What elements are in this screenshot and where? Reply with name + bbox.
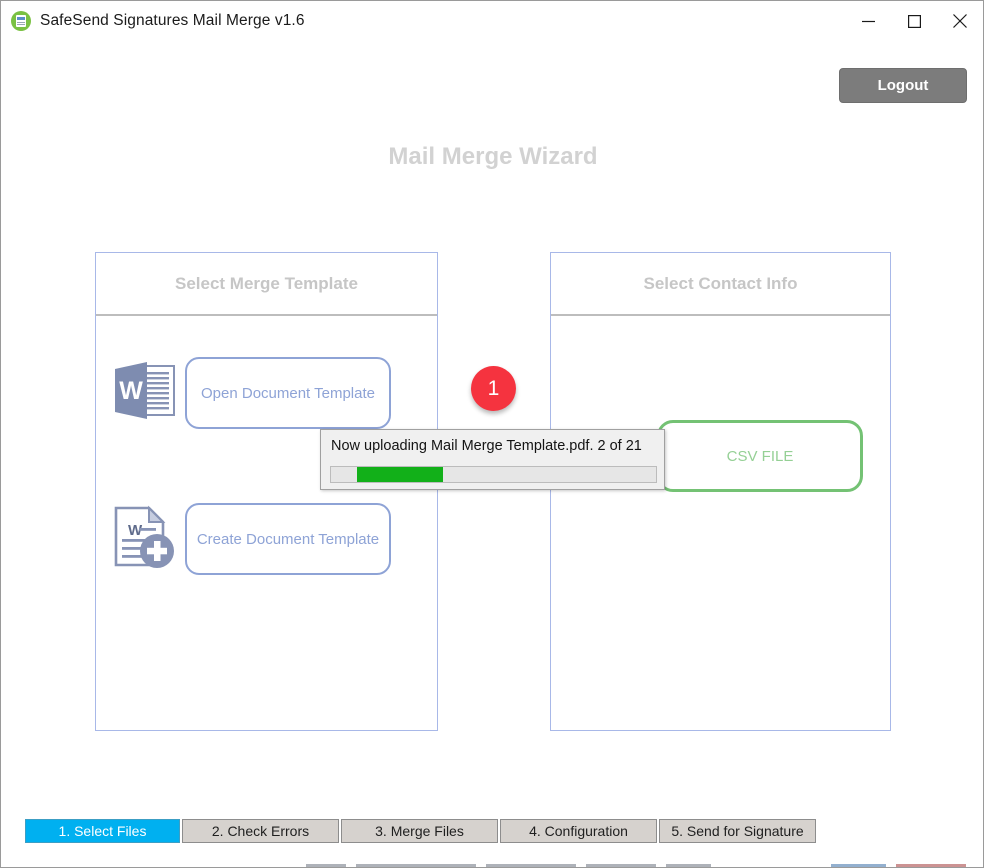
close-icon[interactable] — [937, 1, 983, 41]
panel-select-merge-template: Select Merge Template W Open Document Te… — [95, 252, 438, 731]
panel-select-contact-info: Select Contact Info CSV FILE — [550, 252, 891, 731]
upload-progress-bar — [330, 466, 657, 483]
tab-merge-files[interactable]: 3. Merge Files — [341, 819, 498, 843]
row-create-document-template: W Create Document Template — [105, 503, 391, 575]
upload-progress-fill — [357, 467, 443, 482]
maximize-icon[interactable] — [891, 1, 937, 41]
background-window-bleed — [1, 863, 983, 867]
window-title: SafeSend Signatures Mail Merge v1.6 — [40, 12, 305, 29]
tab-check-errors[interactable]: 2. Check Errors — [182, 819, 339, 843]
window-controls — [845, 1, 983, 41]
tab-select-files[interactable]: 1. Select Files — [25, 819, 180, 843]
logout-button[interactable]: Logout — [839, 68, 967, 103]
page-title: Mail Merge Wizard — [388, 143, 598, 170]
word-document-add-icon: W — [105, 505, 185, 573]
csv-file-button[interactable]: CSV FILE — [657, 420, 863, 492]
wizard-step-tabs: 1. Select Files 2. Check Errors 3. Merge… — [25, 819, 816, 843]
panel-header-contact-info: Select Contact Info — [551, 253, 890, 316]
create-document-template-button[interactable]: Create Document Template — [185, 503, 391, 575]
upload-status-text: Now uploading Mail Merge Template.pdf. 2… — [331, 438, 642, 454]
safesend-document-icon — [11, 11, 31, 31]
application-window: SafeSend Signatures Mail Merge v1.6 Logo… — [0, 0, 984, 868]
row-open-document-template: W Open Document Template — [105, 357, 391, 429]
panel-header-merge-template: Select Merge Template — [96, 253, 437, 316]
tab-send-for-signature[interactable]: 5. Send for Signature — [659, 819, 816, 843]
tab-configuration[interactable]: 4. Configuration — [500, 819, 657, 843]
minimize-icon[interactable] — [845, 1, 891, 41]
word-document-icon: W — [105, 361, 185, 425]
title-bar: SafeSend Signatures Mail Merge v1.6 — [1, 1, 983, 41]
open-document-template-button[interactable]: Open Document Template — [185, 357, 391, 429]
step-badge: 1 — [471, 366, 516, 411]
upload-progress-tooltip: Now uploading Mail Merge Template.pdf. 2… — [320, 429, 665, 490]
panel-body-merge-template: W Open Document Template W Create Docume… — [96, 316, 437, 730]
svg-text:W: W — [119, 377, 143, 405]
panel-body-contact-info: CSV FILE — [551, 316, 890, 730]
